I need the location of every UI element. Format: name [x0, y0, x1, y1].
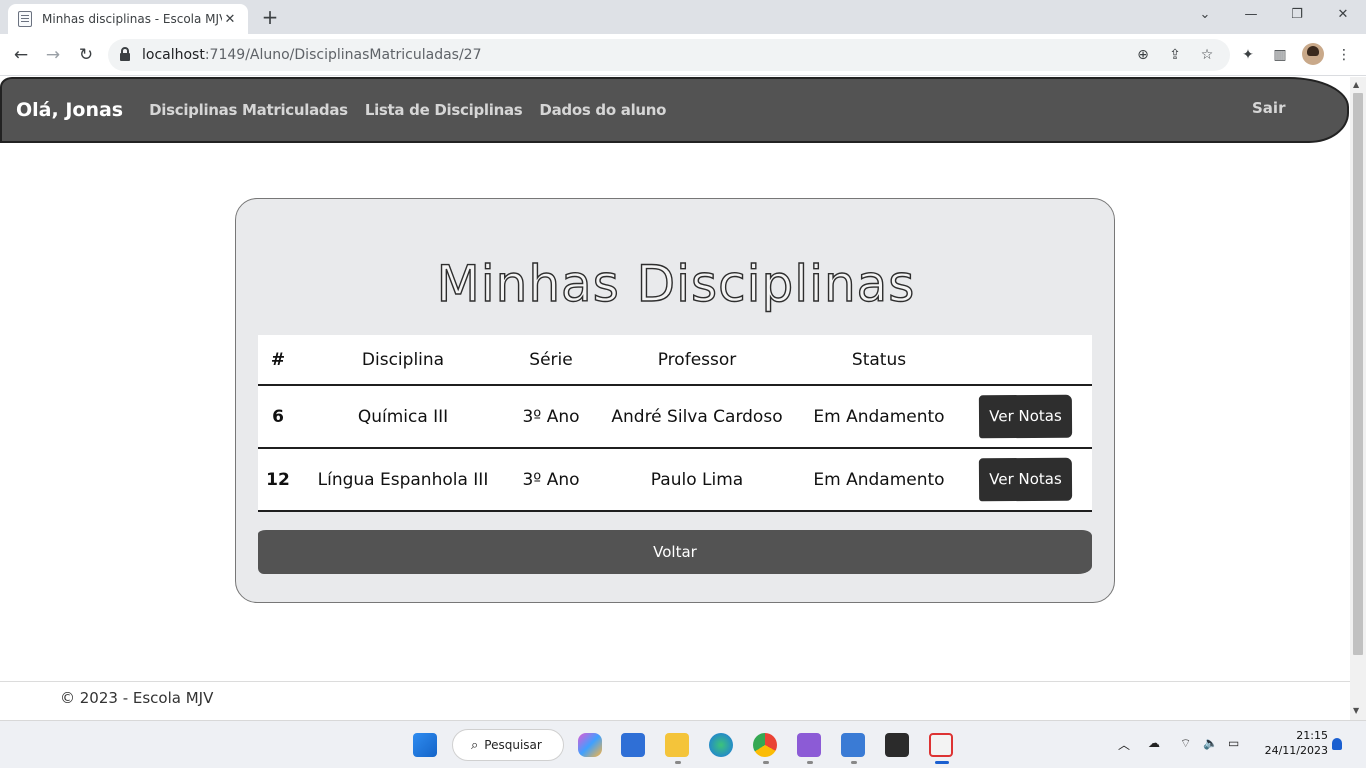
tab-title: Minhas disciplinas - Escola MJV: [42, 12, 222, 26]
app-navbar: Olá, Jonas Disciplinas Matriculadas List…: [0, 77, 1349, 143]
running-indicator: [763, 761, 769, 764]
tab-search-chevron-icon[interactable]: ⌄: [1182, 0, 1228, 30]
bookmark-star-icon[interactable]: ☆: [1198, 46, 1216, 64]
clock-time: 21:15: [1296, 729, 1328, 742]
visual-studio-icon[interactable]: [797, 733, 821, 757]
tray-overflow-chevron-icon[interactable]: ︿: [1118, 736, 1130, 753]
forward-arrow-icon[interactable]: →: [40, 42, 66, 68]
reload-icon[interactable]: ↻: [73, 42, 99, 68]
row-serie: 3º Ano: [522, 469, 580, 490]
back-arrow-icon[interactable]: ←: [8, 42, 34, 68]
scrollbar-thumb[interactable]: [1353, 93, 1363, 655]
table-header-row: # Disciplina Série Professor Status: [258, 335, 1092, 386]
profile-avatar[interactable]: [1302, 43, 1324, 65]
terminal-icon[interactable]: [885, 733, 909, 757]
chrome-icon[interactable]: [753, 733, 777, 757]
scroll-down-icon[interactable]: ▼: [1353, 706, 1359, 715]
new-tab-button[interactable]: +: [258, 6, 282, 30]
wifi-icon[interactable]: ⌔: [1180, 736, 1191, 751]
search-icon: ⌕: [471, 737, 479, 753]
volume-icon[interactable]: 🔈: [1203, 736, 1218, 750]
windows-taskbar: ⌕ Pesquisar ︿ ☁ ⌔ 🔈 ▭ 21:15 24/11/2023: [0, 720, 1366, 768]
url-host: localhost: [142, 47, 205, 63]
scroll-up-icon[interactable]: ▲: [1353, 80, 1359, 89]
extensions-icon[interactable]: ✦: [1236, 43, 1260, 67]
table-row: 6 Química III 3º Ano André Silva Cardoso…: [258, 386, 1092, 449]
copilot-icon[interactable]: [578, 733, 602, 757]
page-scrollbar[interactable]: ▲ ▼: [1350, 77, 1366, 720]
browser-toolbar: ← → ↻ localhost:7149/Aluno/DisciplinasMa…: [0, 34, 1366, 76]
url-text: localhost:7149/Aluno/DisciplinasMatricul…: [142, 47, 482, 63]
ver-notas-button[interactable]: Ver Notas: [978, 457, 1072, 502]
disciplinas-card: Minhas Disciplinas # Disciplina Série Pr…: [235, 198, 1115, 603]
logout-link[interactable]: Sair: [1252, 99, 1285, 117]
row-status: Em Andamento: [813, 469, 945, 490]
row-actions: Ver Notas: [958, 457, 1092, 502]
nav-link-lista-disciplinas[interactable]: Lista de Disciplinas: [365, 101, 523, 119]
close-window-button[interactable]: ✕: [1320, 0, 1366, 30]
windows-start-icon[interactable]: [413, 733, 437, 757]
row-id: 6: [272, 406, 284, 427]
page-title: Minhas Disciplinas: [436, 254, 916, 313]
battery-icon[interactable]: ▭: [1228, 736, 1239, 750]
row-professor: André Silva Cardoso: [611, 406, 783, 427]
onedrive-icon[interactable]: ☁: [1148, 736, 1160, 750]
notification-bell-icon[interactable]: [1332, 738, 1342, 750]
voltar-button[interactable]: Voltar: [258, 530, 1092, 574]
url-path: :7149/Aluno/DisciplinasMatriculadas/27: [204, 47, 482, 63]
column-header-id: #: [270, 349, 286, 370]
close-tab-icon[interactable]: ✕: [222, 12, 238, 27]
side-panel-icon[interactable]: ▥: [1268, 43, 1292, 67]
address-bar[interactable]: localhost:7149/Aluno/DisciplinasMatricul…: [108, 39, 1230, 71]
user-greeting[interactable]: Olá, Jonas: [16, 99, 123, 121]
active-indicator: [935, 761, 949, 764]
page-favicon-icon: [18, 11, 32, 27]
disciplinas-table: # Disciplina Série Professor Status 6 Qu…: [258, 335, 1092, 512]
row-actions: Ver Notas: [958, 394, 1092, 439]
page-viewport: Olá, Jonas Disciplinas Matriculadas List…: [0, 77, 1350, 720]
browser-menu-icon[interactable]: ⋮: [1332, 43, 1356, 67]
page-footer: © 2023 - Escola MJV: [0, 681, 1350, 720]
table-row: 12 Língua Espanhola III 3º Ano Paulo Lim…: [258, 449, 1092, 512]
file-explorer-icon[interactable]: [665, 733, 689, 757]
notepad-icon[interactable]: [841, 733, 865, 757]
taskbar-search-label: Pesquisar: [484, 738, 542, 752]
column-header-status: Status: [851, 349, 907, 370]
snipping-tool-icon[interactable]: [929, 733, 953, 757]
lock-icon: [120, 47, 130, 61]
zoom-icon[interactable]: ⊕: [1134, 46, 1152, 64]
clock-date: 24/11/2023: [1264, 744, 1328, 757]
edge-icon[interactable]: [709, 733, 733, 757]
share-icon[interactable]: ⇪: [1166, 46, 1184, 64]
nav-link-dados-aluno[interactable]: Dados do aluno: [539, 101, 666, 119]
running-indicator: [807, 761, 813, 764]
ver-notas-button[interactable]: Ver Notas: [978, 394, 1072, 439]
row-disciplina: Língua Espanhola III: [317, 469, 489, 490]
column-header-serie: Série: [529, 349, 573, 370]
minimize-button[interactable]: —: [1228, 0, 1274, 30]
running-indicator: [675, 761, 681, 764]
row-status: Em Andamento: [813, 406, 945, 427]
taskbar-clock[interactable]: 21:15 24/11/2023: [1258, 728, 1328, 758]
footer-copyright: © 2023 - Escola MJV: [60, 689, 214, 707]
row-id: 12: [266, 469, 290, 490]
row-disciplina: Química III: [357, 406, 449, 427]
column-header-professor: Professor: [657, 349, 737, 370]
taskbar-search[interactable]: ⌕ Pesquisar: [452, 729, 564, 761]
row-serie: 3º Ano: [522, 406, 580, 427]
restore-button[interactable]: ❐: [1274, 0, 1320, 30]
column-header-disciplina: Disciplina: [361, 349, 445, 370]
row-professor: Paulo Lima: [650, 469, 744, 490]
browser-tab[interactable]: Minhas disciplinas - Escola MJV ✕: [8, 4, 248, 34]
browser-tabstrip: Minhas disciplinas - Escola MJV ✕ + ⌄ — …: [0, 0, 1366, 34]
nav-link-disciplinas-matriculadas[interactable]: Disciplinas Matriculadas: [149, 101, 348, 119]
store-icon[interactable]: [621, 733, 645, 757]
running-indicator: [851, 761, 857, 764]
